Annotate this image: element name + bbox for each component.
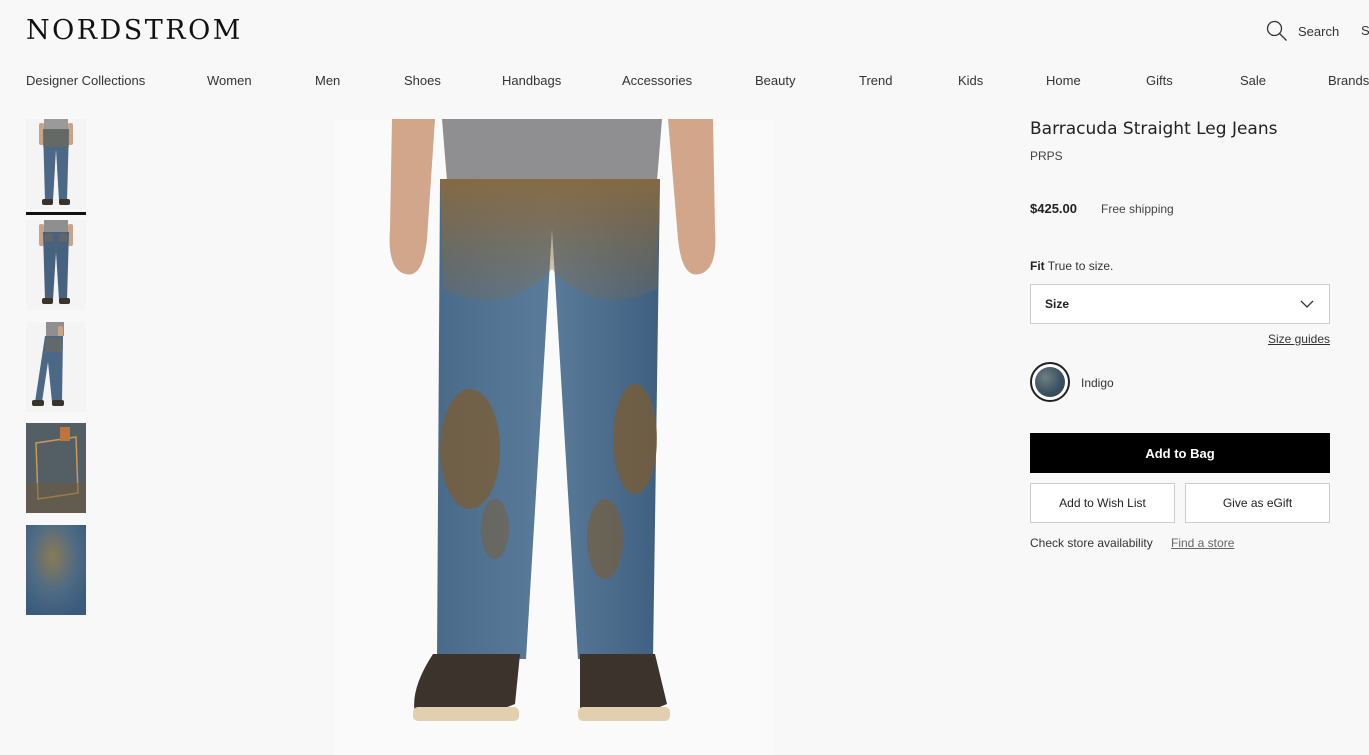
nav-shoes[interactable]: Shoes [404,73,441,88]
color-swatch-indigo[interactable] [1030,362,1070,402]
thumbnail-pocket-detail[interactable] [26,423,86,513]
shipping-info: Free shipping [1101,202,1174,216]
size-dropdown-label: Size [1045,297,1070,311]
nav-sale[interactable]: Sale [1240,73,1266,88]
fit-value: True to size. [1047,259,1114,273]
color-name: Indigo [1081,376,1114,390]
nav-accessories[interactable]: Accessories [622,73,692,88]
fit-label: Fit [1030,259,1045,273]
nav-handbags[interactable]: Handbags [502,73,561,88]
add-to-wish-list-button[interactable]: Add to Wish List [1030,483,1175,523]
nav-men[interactable]: Men [315,73,340,88]
nav-home[interactable]: Home [1046,73,1081,88]
nav-trend[interactable]: Trend [859,73,892,88]
nav-designer-collections[interactable]: Designer Collections [26,73,145,88]
product-hero-image[interactable] [335,119,775,755]
nav-women[interactable]: Women [207,73,252,88]
header-link-cut[interactable]: S [1361,23,1369,38]
nav-gifts[interactable]: Gifts [1146,73,1173,88]
fit-info: Fit True to size. [1030,259,1113,273]
active-thumbnail-indicator [26,212,86,215]
nordstrom-logo[interactable]: NORDSTROM [26,15,243,46]
store-availability-label: Check store availability [1030,536,1153,550]
chevron-down-icon [1300,300,1314,308]
product-price: $425.00 [1030,201,1077,216]
search-icon [1266,20,1287,41]
main-nav: Designer Collections Women Men Shoes Han… [0,73,1369,89]
add-to-bag-button[interactable]: Add to Bag [1030,433,1330,473]
thumbnail-back[interactable] [26,220,86,310]
search-label: Search [1298,23,1340,39]
find-a-store-link[interactable]: Find a store [1171,536,1234,550]
swatch-fill [1035,367,1065,397]
nav-brands[interactable]: Brands [1328,73,1369,88]
thumbnail-fabric-detail[interactable] [26,525,86,615]
product-title: Barracuda Straight Leg Jeans [1030,119,1278,139]
thumbnail-side[interactable] [26,322,86,412]
give-as-egift-button[interactable]: Give as eGift [1185,483,1330,523]
size-guides-link[interactable]: Size guides [1268,332,1330,346]
size-dropdown[interactable]: Size [1030,284,1330,324]
nav-beauty[interactable]: Beauty [755,73,795,88]
nav-kids[interactable]: Kids [958,73,983,88]
product-brand[interactable]: PRPS [1030,149,1063,163]
thumbnail-front[interactable] [26,119,86,209]
search-button[interactable]: Search [1266,20,1339,42]
